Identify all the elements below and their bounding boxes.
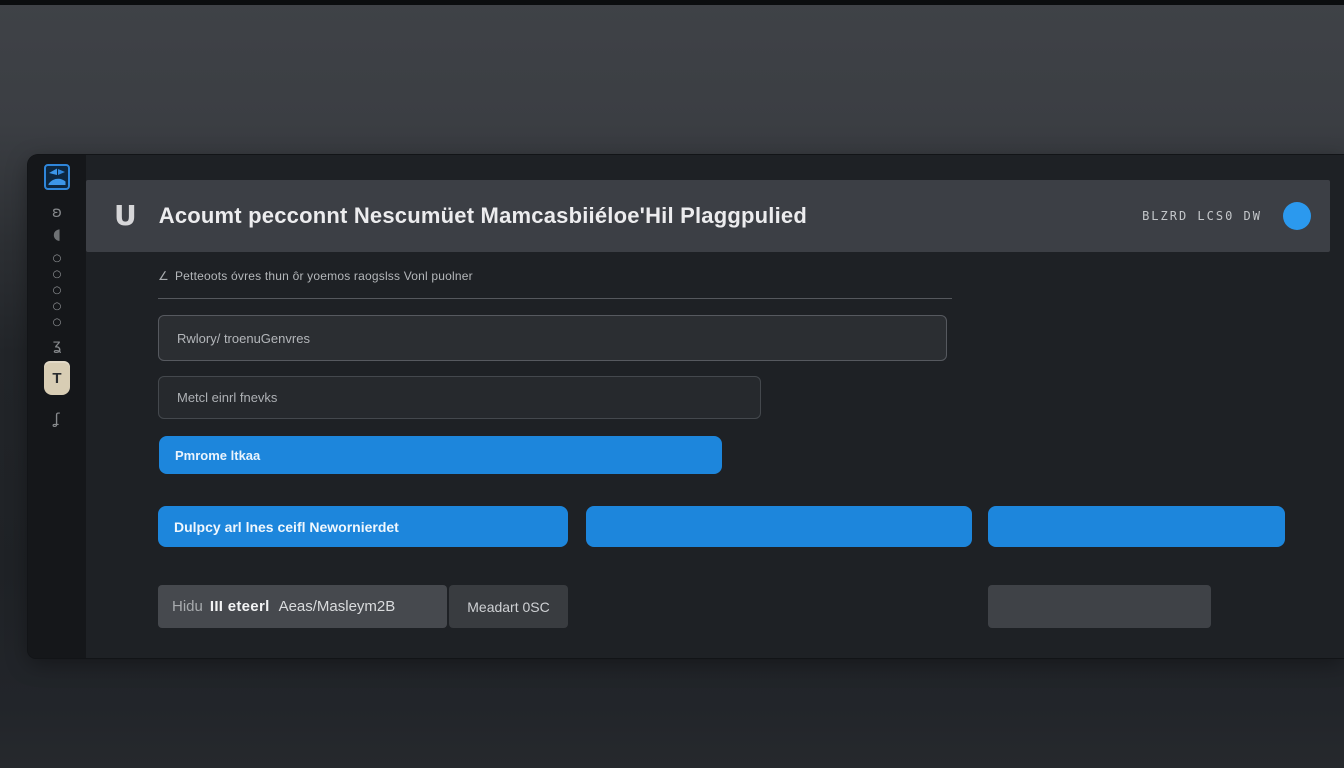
dot-icon-4[interactable]: ○	[53, 300, 62, 313]
page-title: Acoumt pecconnt Nescumüet Mamcasbiiéloe'…	[159, 203, 807, 229]
text-field-1-value: Rwlory/ troenuGenvres	[177, 331, 310, 346]
tab-1-label-bold: III eteerl	[210, 598, 270, 615]
tab-1-label: Aeas/Masleym2B	[279, 598, 396, 615]
header-bar: U Acoumt pecconnt Nescumüet Mamcasbiiélo…	[86, 180, 1330, 252]
wave-icon[interactable]: ʓ	[53, 337, 62, 353]
text-field-2[interactable]: Metcl einrl fnevks	[158, 376, 761, 419]
subtitle-text: Petteoots óvres thun ôr yoemos raogslss …	[175, 269, 473, 283]
action-button-1[interactable]: Dulpcy arl lnes ceifl Newornierdet	[158, 506, 568, 547]
primary-button[interactable]: Pmrome ltkaa	[159, 436, 722, 474]
sidebar: ʚ ◖ ○ ○ ○ ○ ○ ʓ T ʆ	[28, 155, 86, 658]
badge-icon[interactable]: ʚ	[52, 204, 62, 220]
dot-icon-3[interactable]: ○	[53, 284, 62, 297]
section-subtitle: ∠ Petteoots óvres thun ôr yoemos raogslss…	[158, 269, 473, 283]
action-button-3[interactable]	[988, 506, 1285, 547]
dot-icon-2[interactable]: ○	[53, 268, 62, 281]
avatar[interactable]	[1283, 202, 1311, 230]
bottom-tab-row: Hidu III eteerl Aeas/Masleym2B Meadart 0…	[28, 585, 1344, 628]
subtitle-mark-icon: ∠	[158, 269, 169, 283]
tab-1-label-dim: Hidu	[172, 598, 203, 615]
dot-icon-1[interactable]: ○	[53, 252, 62, 265]
dot-icon-5[interactable]: ○	[53, 316, 62, 329]
tab-3[interactable]	[988, 585, 1211, 628]
header-logo-icon: U	[114, 202, 137, 230]
action-button-row: Dulpcy arl lnes ceifl Newornierdet	[28, 506, 1344, 547]
tab-1[interactable]: Hidu III eteerl Aeas/Masleym2B	[158, 585, 447, 628]
moon-icon[interactable]: ◖	[53, 226, 61, 242]
tab-2[interactable]: Meadart 0SC	[449, 585, 568, 628]
tag-icon[interactable]: T	[44, 361, 70, 395]
header-meta-text: BLZRD LCS0 DW	[1142, 209, 1262, 223]
top-strip	[0, 0, 1344, 5]
app-logo-icon[interactable]	[44, 164, 70, 190]
divider	[158, 298, 952, 299]
key-icon[interactable]: ʆ	[54, 411, 59, 427]
text-field-1[interactable]: Rwlory/ troenuGenvres	[158, 315, 947, 361]
text-field-2-value: Metcl einrl fnevks	[177, 390, 277, 405]
app-window: ʚ ◖ ○ ○ ○ ○ ○ ʓ T ʆ U Acoumt pecconnt Ne…	[28, 155, 1344, 658]
action-button-2[interactable]	[586, 506, 972, 547]
